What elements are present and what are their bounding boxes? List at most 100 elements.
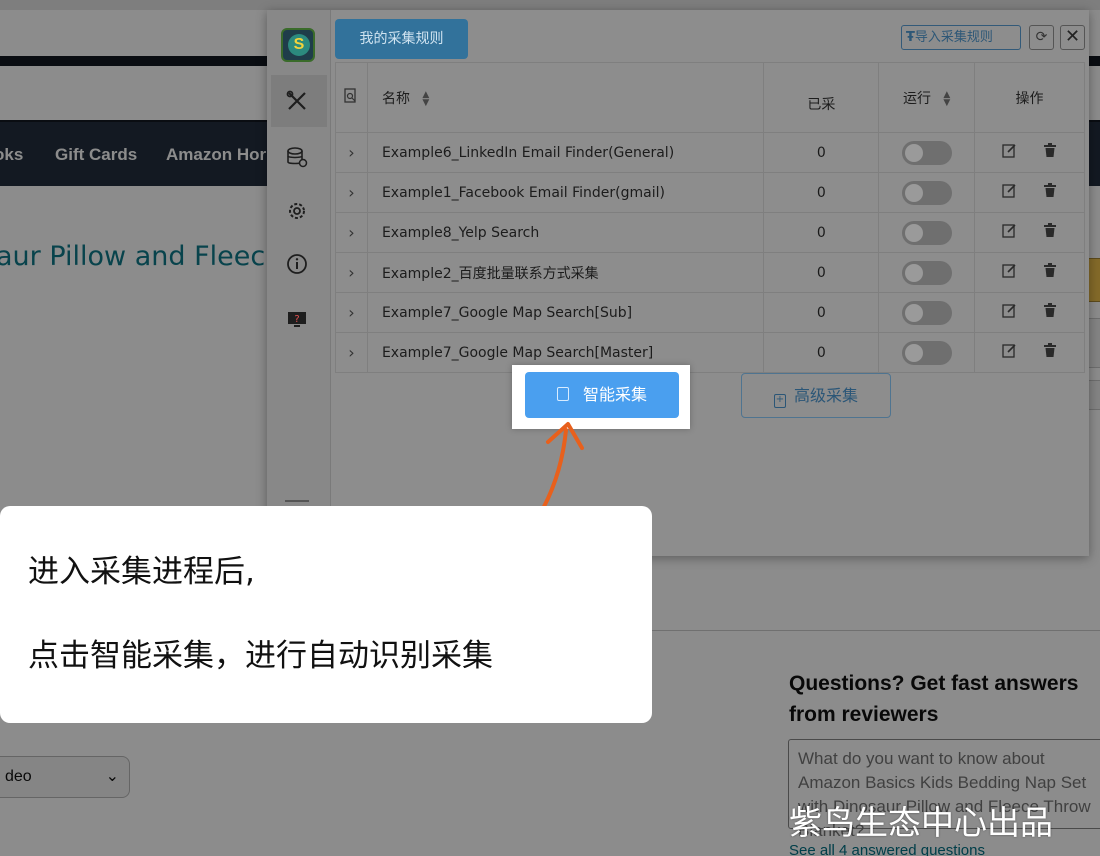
run-toggle[interactable] xyxy=(901,340,952,365)
rules-table: 名称 ▲ ▼ 已采 运行 ▲ ▼ 操作 › Example6_LinkedIn Ema… xyxy=(335,62,1085,373)
select-column-header[interactable] xyxy=(335,62,368,133)
watermark: 紫鸟生态中心出品 xyxy=(789,803,1053,842)
chevron-right-icon[interactable]: › xyxy=(348,143,354,162)
chevron-right-icon[interactable]: › xyxy=(348,303,354,322)
callout-line-2: 点击智能采集，进行自动识别采集 xyxy=(28,638,493,674)
callout-line-1: 进入采集进程后, xyxy=(28,554,255,590)
chevron-right-icon[interactable]: › xyxy=(348,183,354,202)
name-column-header[interactable]: 名称 ▲ ▼ xyxy=(366,62,765,133)
database-settings-icon[interactable] xyxy=(277,137,317,177)
refresh-icon: ⟳ xyxy=(1035,29,1048,45)
table-row: › Example7_Google Map Search[Master] 0 xyxy=(335,332,1085,373)
table-row: › Example7_Google Map Search[Sub] 0 xyxy=(335,292,1085,333)
info-icon[interactable] xyxy=(277,244,317,284)
chevron-right-icon[interactable]: › xyxy=(348,223,354,242)
run-toggle-cell xyxy=(878,292,976,333)
advanced-collect-button[interactable]: + 高级采集 xyxy=(741,373,891,418)
collected-count: 0 xyxy=(763,332,880,373)
close-icon: ✕ xyxy=(1064,26,1081,47)
delete-icon[interactable] xyxy=(1039,143,1061,162)
delete-icon[interactable] xyxy=(1039,263,1061,282)
table-row: › Example6_LinkedIn Email Finder(General)… xyxy=(335,132,1085,173)
chevron-right-icon[interactable]: › xyxy=(348,343,354,362)
import-icon: Ŧ xyxy=(906,30,915,45)
delete-icon[interactable] xyxy=(1039,223,1061,242)
add-doc-icon: + xyxy=(773,394,786,408)
search-doc-icon xyxy=(344,87,357,103)
run-toggle[interactable] xyxy=(901,220,952,245)
expand-cell[interactable]: › xyxy=(335,252,368,293)
run-toggle-cell xyxy=(878,332,976,373)
import-rules-label: 导入采集规则 xyxy=(914,30,993,45)
smart-collect-label: 智能采集 xyxy=(582,385,647,404)
delete-icon[interactable] xyxy=(1039,183,1061,202)
run-toggle-cell xyxy=(878,172,976,213)
edit-icon[interactable] xyxy=(999,303,1021,322)
run-toggle-cell xyxy=(878,132,976,173)
expand-cell[interactable]: › xyxy=(335,132,368,173)
chevron-right-icon[interactable]: › xyxy=(348,263,354,282)
run-toggle-cell xyxy=(878,212,976,253)
smart-doc-icon xyxy=(556,387,569,401)
run-toggle[interactable] xyxy=(901,300,952,325)
ops-cell xyxy=(974,212,1085,253)
expand-cell[interactable]: › xyxy=(335,292,368,333)
popup-sidebar: S ? xyxy=(267,10,331,556)
run-toggle[interactable] xyxy=(901,140,952,165)
run-column-header[interactable]: 运行 ▲ ▼ xyxy=(878,62,976,133)
run-toggle[interactable] xyxy=(901,260,952,285)
run-toggle[interactable] xyxy=(901,180,952,205)
ops-cell xyxy=(974,132,1085,173)
svg-text:?: ? xyxy=(294,314,299,325)
run-toggle-cell xyxy=(878,252,976,293)
refresh-button[interactable]: ⟳ xyxy=(1029,25,1054,50)
table-row: › Example1_Facebook Email Finder(gmail) 0 xyxy=(335,172,1085,213)
tools-icon[interactable] xyxy=(277,81,317,121)
table-row: › Example2_百度批量联系方式采集 0 xyxy=(335,252,1085,293)
name-header-label: 名称 xyxy=(381,90,410,107)
instruction-callout: 进入采集进程后, 点击智能采集，进行自动识别采集 xyxy=(0,506,652,723)
ops-cell xyxy=(974,172,1085,213)
import-rules-button[interactable]: Ŧ导入采集规则 xyxy=(901,25,1021,50)
edit-icon[interactable] xyxy=(999,183,1021,202)
ops-cell xyxy=(974,332,1085,373)
expand-cell[interactable]: › xyxy=(335,172,368,213)
ops-cell xyxy=(974,292,1085,333)
logo-letter: S xyxy=(288,34,310,56)
count-header-label: 已采 xyxy=(807,96,836,113)
collected-count: 0 xyxy=(763,292,880,333)
edit-icon[interactable] xyxy=(999,223,1021,242)
ops-header-label: 操作 xyxy=(1015,90,1044,107)
table-row: › Example8_Yelp Search 0 xyxy=(335,212,1085,253)
close-button[interactable]: ✕ xyxy=(1060,25,1085,50)
edit-icon[interactable] xyxy=(999,263,1021,282)
ops-cell xyxy=(974,252,1085,293)
ops-column-header: 操作 xyxy=(974,62,1085,133)
rule-name: Example1_Facebook Email Finder(gmail) xyxy=(366,172,765,213)
expand-cell[interactable]: › xyxy=(335,212,368,253)
table-header-row: 名称 ▲ ▼ 已采 运行 ▲ ▼ 操作 xyxy=(335,62,1085,133)
extension-popup: S ? 我的采集规则 Ŧ导入采集规则 ⟳ ✕ 名称 ▲ ▼ 已采 运行 ▲ ▼ … xyxy=(267,10,1089,556)
expand-cell[interactable]: › xyxy=(335,332,368,373)
rule-name: Example2_百度批量联系方式采集 xyxy=(366,252,765,293)
sort-icon[interactable]: ▲ ▼ xyxy=(943,90,950,107)
rule-name: Example6_LinkedIn Email Finder(General) xyxy=(366,132,765,173)
advanced-collect-label: 高级采集 xyxy=(793,386,858,405)
rule-name: Example7_Google Map Search[Sub] xyxy=(366,292,765,333)
delete-icon[interactable] xyxy=(1039,343,1061,362)
edit-icon[interactable] xyxy=(999,143,1021,162)
count-column-header: 已采 xyxy=(763,62,880,133)
collected-count: 0 xyxy=(763,212,880,253)
collected-count: 0 xyxy=(763,172,880,213)
rule-name: Example8_Yelp Search xyxy=(366,212,765,253)
gear-icon[interactable] xyxy=(277,191,317,231)
app-logo: S xyxy=(281,28,315,62)
delete-icon[interactable] xyxy=(1039,303,1061,322)
tab-my-rules[interactable]: 我的采集规则 xyxy=(335,19,468,59)
run-header-label: 运行 xyxy=(902,90,931,107)
collected-count: 0 xyxy=(763,132,880,173)
sort-icon[interactable]: ▲ ▼ xyxy=(422,90,429,107)
help-monitor-icon[interactable]: ? xyxy=(277,300,317,340)
collected-count: 0 xyxy=(763,252,880,293)
edit-icon[interactable] xyxy=(999,343,1021,362)
